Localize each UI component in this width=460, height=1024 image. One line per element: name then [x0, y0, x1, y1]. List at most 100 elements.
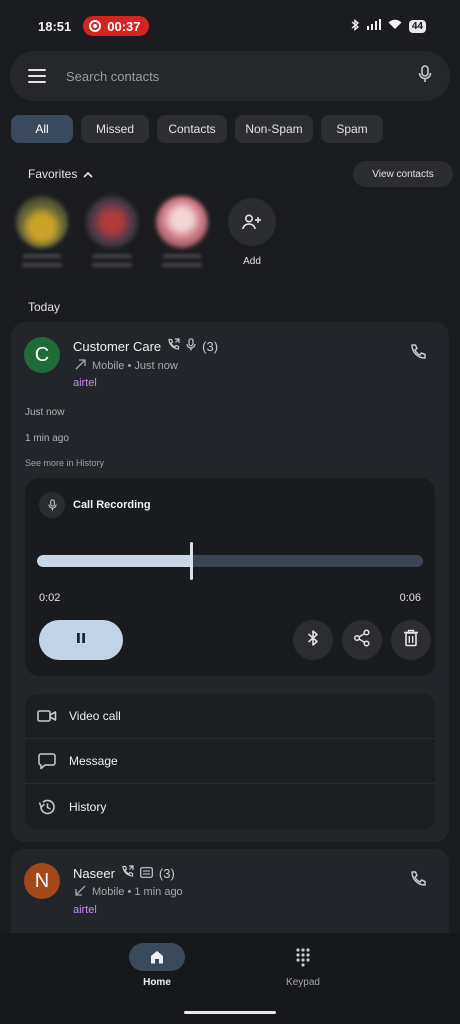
history-time: 1 min ago: [25, 433, 69, 444]
add-person-icon: [228, 198, 276, 246]
chip-spam[interactable]: Spam: [321, 115, 383, 143]
phone-forward-icon: [121, 865, 134, 881]
call-button[interactable]: [404, 867, 432, 895]
favorites-row: Add: [16, 196, 278, 272]
call-subtitle-row: Mobile • Just now: [75, 359, 178, 373]
pause-button[interactable]: [39, 620, 123, 660]
signal-icon: [366, 19, 381, 33]
hd-icon: [140, 866, 153, 881]
status-time: 18:51: [38, 18, 72, 34]
bluetooth-icon: [351, 18, 360, 34]
chevron-up-icon: [83, 167, 93, 181]
avatar: [156, 196, 208, 248]
bluetooth-button[interactable]: [293, 620, 333, 660]
call-entry-expanded[interactable]: C Customer Care (3) Mobile • Just now ai…: [11, 322, 449, 842]
call-subtitle-row: Mobile • 1 min ago: [75, 885, 183, 899]
message-action[interactable]: Message: [25, 739, 435, 784]
favorite-contact[interactable]: [156, 196, 208, 272]
video-call-action[interactable]: Video call: [25, 694, 435, 739]
mic-icon[interactable]: [418, 64, 432, 88]
mic-icon: [39, 492, 65, 518]
contact-name-row: Customer Care (3): [73, 338, 218, 354]
video-camera-icon: [37, 706, 57, 726]
call-actions-list: Video call Message History: [25, 694, 435, 830]
progress-fill: [37, 555, 192, 567]
history-icon: [37, 797, 57, 817]
favorites-title: Favorites: [28, 167, 78, 181]
message-icon: [37, 751, 57, 771]
blurred-name: [92, 254, 132, 272]
recording-timer: 00:37: [107, 18, 141, 34]
wifi-icon: [388, 19, 402, 33]
history-action[interactable]: History: [25, 784, 435, 829]
home-icon: [129, 943, 185, 971]
elapsed-time: 0:02: [39, 592, 61, 604]
history-label: History: [69, 799, 107, 814]
recording-indicator[interactable]: 00:37: [83, 16, 149, 36]
add-favorite-button[interactable]: Add: [226, 196, 278, 272]
call-subtitle: Mobile • 1 min ago: [92, 886, 183, 898]
incoming-arrow-icon: [75, 885, 86, 899]
outgoing-arrow-icon: [75, 359, 86, 373]
phone-forward-icon: [167, 338, 180, 354]
avatar: N: [24, 863, 60, 899]
chip-all[interactable]: All: [11, 115, 73, 143]
message-label: Message: [69, 754, 118, 768]
mic-icon: [186, 338, 196, 354]
call-count: (3): [158, 865, 175, 881]
see-more-history-link[interactable]: See more in History: [25, 458, 104, 468]
blurred-name: [162, 254, 202, 272]
chip-contacts[interactable]: Contacts: [157, 115, 227, 143]
avatar: C: [24, 337, 60, 373]
share-button[interactable]: [342, 620, 382, 660]
carrier-label: airtel: [73, 904, 97, 916]
gesture-home-indicator[interactable]: [184, 1011, 276, 1014]
avatar: [86, 196, 138, 248]
status-icons: 44: [351, 18, 426, 34]
playback-progress-bar[interactable]: [37, 555, 423, 567]
favorite-contact[interactable]: [16, 196, 68, 272]
call-button[interactable]: [404, 340, 432, 368]
chip-missed[interactable]: Missed: [81, 115, 149, 143]
favorites-toggle[interactable]: Favorites: [28, 160, 93, 188]
menu-icon[interactable]: [28, 69, 46, 83]
contact-name-row: Naseer (3): [73, 865, 175, 881]
keypad-icon: [275, 943, 331, 971]
contact-name: Customer Care: [73, 338, 162, 354]
phone-icon: [409, 343, 427, 366]
carrier-label: airtel: [73, 377, 97, 389]
nav-home[interactable]: Home: [107, 943, 207, 988]
recording-title-row: Call Recording: [39, 492, 151, 518]
bluetooth-icon: [307, 629, 319, 652]
favorite-contact[interactable]: [86, 196, 138, 272]
history-time: Just now: [25, 407, 65, 418]
search-input[interactable]: Search contacts: [66, 69, 418, 84]
record-icon: [89, 20, 102, 32]
battery-indicator: 44: [408, 19, 426, 33]
trash-icon: [403, 629, 419, 652]
phone-icon: [409, 870, 427, 893]
nav-keypad-label: Keypad: [286, 977, 320, 988]
share-icon: [353, 628, 371, 652]
recording-title: Call Recording: [73, 499, 151, 511]
call-recording-panel: Call Recording 0:02 0:06: [25, 478, 435, 676]
chip-non-spam[interactable]: Non-Spam: [235, 115, 313, 143]
pause-icon: [75, 631, 87, 649]
call-entry[interactable]: N Naseer (3) Mobile • 1 min ago airtel: [11, 849, 449, 939]
add-label: Add: [243, 256, 261, 267]
total-time: 0:06: [399, 592, 421, 604]
status-bar: 18:51 00:37 44: [0, 0, 460, 52]
nav-home-label: Home: [143, 977, 171, 988]
view-contacts-button[interactable]: View contacts: [353, 161, 453, 187]
avatar: [16, 196, 68, 248]
call-subtitle: Mobile • Just now: [92, 360, 178, 372]
delete-button[interactable]: [391, 620, 431, 660]
filter-chips: All Missed Contacts Non-Spam Spam: [11, 115, 383, 143]
seek-handle[interactable]: [190, 542, 194, 580]
video-call-label: Video call: [69, 709, 121, 723]
search-bar[interactable]: Search contacts: [10, 51, 450, 101]
section-today: Today: [28, 300, 61, 314]
call-count: (3): [202, 338, 219, 354]
contact-name: Naseer: [73, 865, 115, 881]
nav-keypad[interactable]: Keypad: [253, 943, 353, 988]
